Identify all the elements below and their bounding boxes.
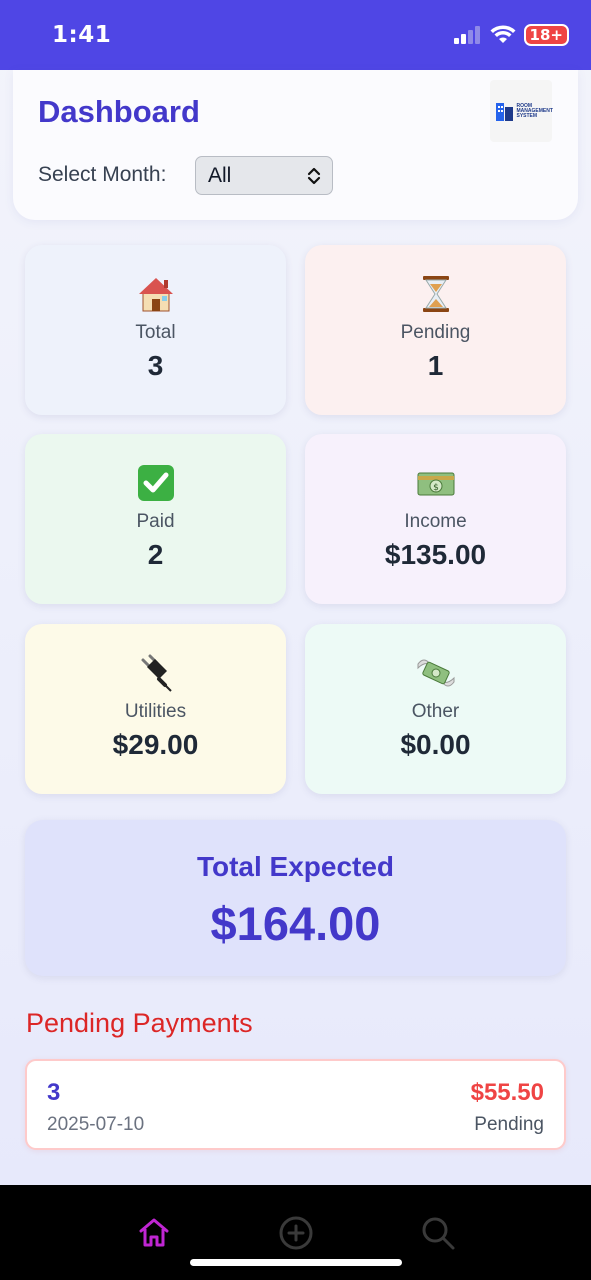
month-select-value: All: [208, 164, 232, 187]
status-time: 1:41: [52, 22, 112, 48]
stat-value: 1: [427, 350, 444, 381]
page-title: Dashboard: [38, 94, 200, 129]
plug-icon: [25, 654, 286, 694]
stat-label: Total: [135, 322, 176, 343]
add-circle-icon: [279, 1216, 313, 1250]
hourglass-icon: [305, 275, 566, 315]
stat-value: $29.00: [112, 729, 199, 760]
stat-card-pending: Pending 1: [305, 245, 566, 415]
building-icon: [495, 103, 513, 121]
stat-value: 3: [147, 350, 164, 381]
logo-text: ROOM MANAGEMENT SYSTEM: [516, 102, 553, 119]
app-logo: ROOM MANAGEMENT SYSTEM: [490, 80, 553, 142]
pending-payment-item[interactable]: 3 2025-07-10 $55.50 Pending: [25, 1059, 566, 1150]
payment-status: Pending: [474, 1114, 544, 1135]
money-wings-icon: [305, 654, 566, 694]
stat-card-income: $ Income $135.00: [305, 434, 566, 604]
house-icon: [25, 275, 286, 315]
status-icons: 18+: [453, 24, 569, 46]
home-indicator: [190, 1259, 402, 1266]
stat-value: $0.00: [400, 729, 471, 760]
battery-indicator: 18+: [523, 24, 569, 46]
stat-card-paid: Paid 2: [25, 434, 286, 604]
tab-home[interactable]: [136, 1215, 172, 1251]
chevron-updown-icon: [307, 167, 321, 185]
payment-date: 2025-07-10: [47, 1114, 145, 1135]
search-icon: [422, 1217, 455, 1250]
stat-card-other: Other $0.00: [305, 624, 566, 794]
svg-text:$: $: [433, 483, 439, 493]
stat-label: Utilities: [124, 701, 187, 722]
total-expected-value: $164.00: [210, 897, 381, 950]
stat-value: 2: [147, 539, 164, 570]
stat-label: Pending: [400, 322, 471, 343]
tab-search[interactable]: [420, 1215, 456, 1251]
month-label: Select Month:: [38, 163, 167, 186]
stat-label: Income: [404, 511, 467, 532]
payment-amount: $55.50: [470, 1079, 544, 1106]
check-icon: [25, 464, 286, 504]
stat-card-utilities: Utilities $29.00: [25, 624, 286, 794]
pending-payments-title: Pending Payments: [26, 1008, 253, 1038]
wifi-icon: [490, 25, 516, 43]
header-card: Dashboard ROOM MANAGEMENT SYSTEM Select …: [13, 70, 578, 220]
total-expected-card: Total Expected $164.00: [25, 820, 566, 976]
stat-card-total: Total 3: [25, 245, 286, 415]
stat-label: Other: [411, 701, 460, 722]
stat-value: $135.00: [384, 539, 487, 570]
month-select[interactable]: All: [195, 156, 333, 195]
payment-room: 3: [47, 1079, 61, 1106]
total-expected-title: Total Expected: [196, 851, 395, 882]
home-icon: [139, 1218, 169, 1247]
money-icon: $: [305, 464, 566, 504]
stat-label: Paid: [136, 511, 175, 532]
status-bar: 1:41 18+: [0, 0, 591, 70]
tab-add[interactable]: [278, 1215, 314, 1251]
signal-icon: [453, 26, 480, 44]
